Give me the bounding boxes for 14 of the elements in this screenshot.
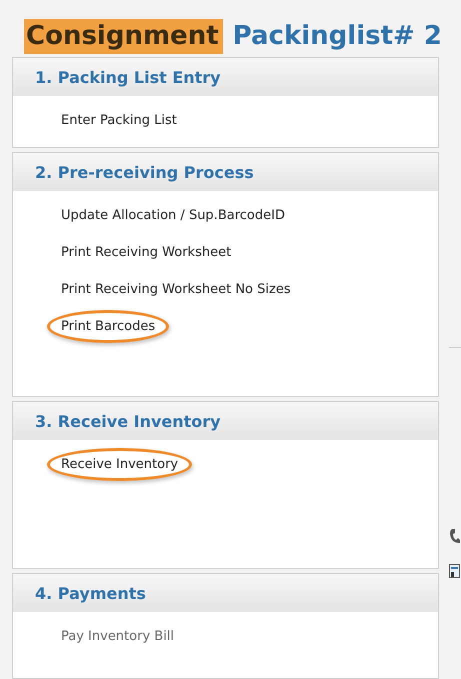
page-title: Consignment bbox=[24, 18, 223, 54]
menu-link[interactable]: Print Barcodes bbox=[61, 308, 156, 345]
page-title: Packinglist# 2 bbox=[232, 20, 443, 52]
section-heading: 3. Receive Inventory bbox=[13, 402, 438, 440]
menu-link[interactable]: Print Receiving Worksheet bbox=[61, 234, 232, 271]
menu-link[interactable]: Print Receiving Worksheet No Sizes bbox=[61, 271, 291, 308]
form-icon bbox=[449, 564, 460, 578]
section-heading: 2. Pre-receiving Process bbox=[13, 153, 438, 191]
menu-link[interactable]: Update Allocation / Sup.BarcodeID bbox=[61, 197, 285, 234]
section-heading: 4. Payments bbox=[13, 574, 438, 612]
section-heading: 1. Packing List Entry bbox=[13, 58, 438, 96]
menu-link[interactable]: Enter Packing List bbox=[61, 102, 177, 139]
menu-link[interactable]: Receive Inventory bbox=[61, 446, 178, 483]
phone-icon bbox=[449, 528, 460, 544]
